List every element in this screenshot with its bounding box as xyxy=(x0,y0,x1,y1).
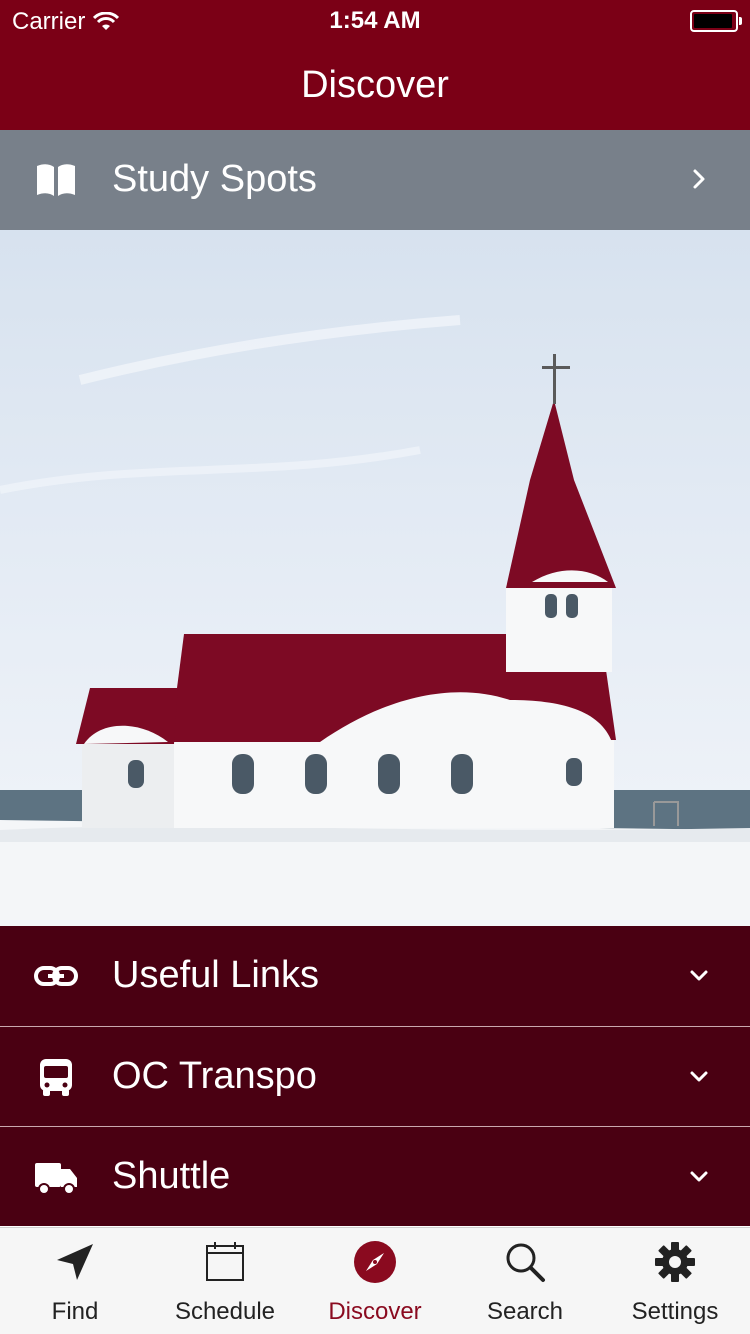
chevron-down-icon xyxy=(690,1171,708,1182)
compass-icon xyxy=(354,1241,396,1283)
tab-discover-label: Discover xyxy=(328,1298,422,1325)
calendar-icon xyxy=(206,1242,244,1281)
page-title: Discover xyxy=(301,64,449,106)
tab-bar: Find Schedule Discover Search Settings xyxy=(0,1227,750,1334)
shuttle-row[interactable]: Shuttle xyxy=(0,1126,750,1226)
truck-icon xyxy=(35,1163,77,1195)
battery-icon xyxy=(690,10,742,32)
chevron-right-icon xyxy=(693,169,705,189)
gear-icon xyxy=(655,1242,695,1282)
study-spots-label: Study Spots xyxy=(112,158,317,200)
tab-discover[interactable]: Discover xyxy=(300,1228,450,1334)
navigation-bar: Discover xyxy=(0,40,750,130)
tab-schedule[interactable]: Schedule xyxy=(150,1228,300,1334)
church-hero-image xyxy=(0,230,750,926)
chevron-down-icon xyxy=(690,970,708,981)
tab-settings-label: Settings xyxy=(631,1298,719,1325)
chevron-down-icon xyxy=(690,1071,708,1082)
useful-links-label: Useful Links xyxy=(112,954,319,996)
study-spots-row[interactable]: Study Spots xyxy=(0,130,750,230)
shuttle-label: Shuttle xyxy=(112,1155,231,1197)
tab-search-label: Search xyxy=(486,1298,564,1325)
tab-find[interactable]: Find xyxy=(0,1228,150,1334)
tab-schedule-label: Schedule xyxy=(174,1298,276,1325)
bus-icon xyxy=(40,1059,72,1096)
search-icon xyxy=(506,1243,545,1282)
link-icon xyxy=(34,966,78,986)
book-icon xyxy=(37,164,75,196)
oc-transpo-label: OC Transpo xyxy=(112,1055,317,1097)
tab-find-label: Find xyxy=(51,1298,99,1325)
status-time: 1:54 AM xyxy=(329,7,421,34)
tab-settings[interactable]: Settings xyxy=(600,1228,750,1334)
tab-search[interactable]: Search xyxy=(450,1228,600,1334)
oc-transpo-row[interactable]: OC Transpo xyxy=(0,1026,750,1126)
location-arrow-icon xyxy=(57,1244,93,1280)
useful-links-row[interactable]: Useful Links xyxy=(0,926,750,1026)
status-bar: Carrier 1:54 AM xyxy=(0,0,750,40)
